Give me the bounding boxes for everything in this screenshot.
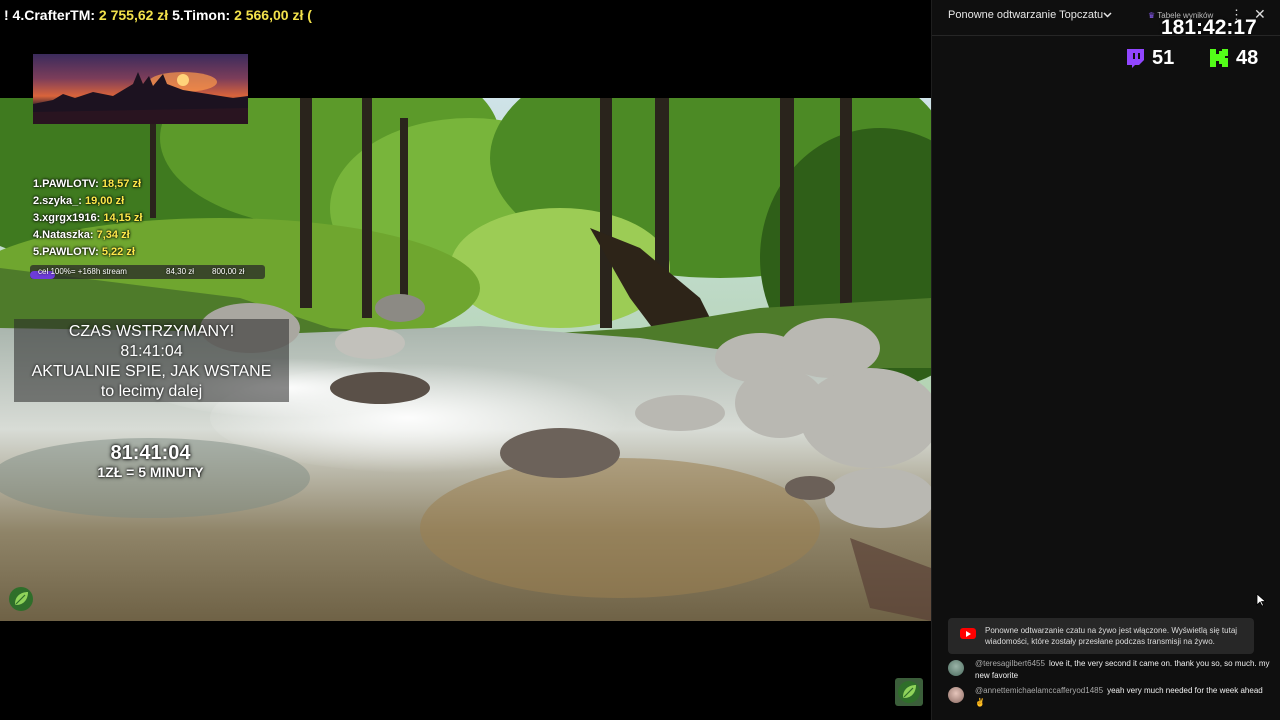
leaderboard-name: 2.szyka_: [33, 195, 82, 207]
mouse-cursor-icon [1256, 593, 1267, 607]
donation-ticker: ! 4.CrafterTM: 2 755,62 zł 5.Timon: 2 56… [4, 5, 312, 25]
goal-current: 84,30 zł [166, 267, 195, 276]
subathon-timer: 81:41:04 1ZŁ = 5 MINUTY [88, 442, 213, 480]
chat-message-body: @annettemichaelamccafferyod1485 yeah very… [975, 685, 1270, 709]
paused-time: 81:41:04 [120, 343, 183, 360]
city-sunset-thumbnail [33, 54, 248, 124]
ticker-name-2: Timon: [183, 7, 231, 23]
chat-mode-title[interactable]: Ponowne odtwarzanie Topczatu [948, 9, 1103, 21]
avatar[interactable] [948, 660, 964, 676]
chat-message-body: @teresagilbert6455 love it, the very seco… [975, 658, 1270, 682]
chat-replay-panel: Ponowne odtwarzanie Topczatu ♛ Tabele wy… [931, 0, 1280, 720]
leaderboard-row: 3.xgrgx1916: 14,15 zł [33, 210, 142, 227]
donation-goal-bar: cel 100%= +168h stream 84,30 zł 800,00 z… [30, 265, 265, 279]
stream-area: ! 4.CrafterTM: 2 755,62 zł 5.Timon: 2 56… [0, 0, 931, 720]
paused-status: AKTUALNIE SPIE, JAK WSTANE [31, 363, 272, 380]
timer-rate: 1ZŁ = 5 MINUTY [97, 464, 204, 480]
leaderboard-name: 3.xgrgx1916: [33, 212, 101, 224]
paused-message: CZAS WSTRZYMANY! 81:41:04 AKTUALNIE SPIE… [14, 319, 289, 402]
crown-icon: ♛ [1148, 11, 1156, 20]
live-chat-replay-notice: Ponowne odtwarzanie czatu na żywo jest w… [948, 618, 1254, 654]
twitch-icon [1124, 47, 1146, 69]
leaderboard-amount: 18,57 zł [101, 178, 142, 190]
notice-text: Ponowne odtwarzanie czatu na żywo jest w… [985, 626, 1238, 646]
leaderboard-name: 4.Nataszka: [33, 229, 94, 241]
twitch-viewers: 51 [1124, 44, 1174, 72]
leaderboard-row: 5.PAWLOTV: 5,22 zł [33, 244, 142, 261]
stream-clock: 181:42:17 [1161, 16, 1257, 39]
chevron-down-icon[interactable] [1102, 9, 1113, 23]
kick-icon [1208, 47, 1230, 69]
leaf-badge-icon [8, 586, 34, 612]
ticker-prefix-2: 5. [168, 7, 184, 23]
ticker-prefix-1: ! 4. [4, 7, 25, 23]
leaderboard-row: 4.Nataszka: 7,34 zł [33, 227, 142, 244]
goal-target: 800,00 zł [212, 267, 245, 276]
leaderboard-name: 1.PAWLOTV: [33, 178, 99, 190]
paused-continue: to lecimy dalej [100, 383, 203, 400]
donation-leaderboard: 1.PAWLOTV: 18,57 zł 2.szyka_: 19,00 zł 3… [33, 176, 142, 261]
chat-author[interactable]: @teresagilbert6455 [975, 659, 1045, 668]
leaderboard-row: 1.PAWLOTV: 18,57 zł [33, 176, 142, 193]
ticker-name-1: CrafterTM: [24, 7, 96, 23]
leaderboard-amount: 14,15 zł [103, 212, 143, 224]
leaderboard-row: 2.szyka_: 19,00 zł [33, 193, 142, 210]
twitch-viewer-count: 51 [1152, 46, 1175, 69]
leaf-badge-icon [895, 678, 923, 706]
ticker-amount-2: 2 566,00 zł ( [234, 7, 312, 23]
leaderboard-amount: 7,34 zł [96, 229, 130, 241]
youtube-icon [960, 628, 976, 639]
goal-label: cel 100%= +168h stream [38, 267, 127, 276]
ticker-amount-1: 2 755,62 zł [98, 7, 169, 23]
leaderboard-amount: 5,22 zł [101, 246, 135, 258]
timer-value: 81:41:04 [110, 442, 191, 464]
paused-title: CZAS WSTRZYMANY! [68, 323, 235, 340]
leaderboard-name: 5.PAWLOTV: [33, 246, 99, 258]
chat-author[interactable]: @annettemichaelamccafferyod1485 [975, 686, 1103, 695]
kick-viewers: 48 [1208, 44, 1258, 72]
kick-viewer-count: 48 [1236, 46, 1259, 69]
leaderboard-amount: 19,00 zł [85, 195, 125, 207]
avatar[interactable] [948, 687, 964, 703]
